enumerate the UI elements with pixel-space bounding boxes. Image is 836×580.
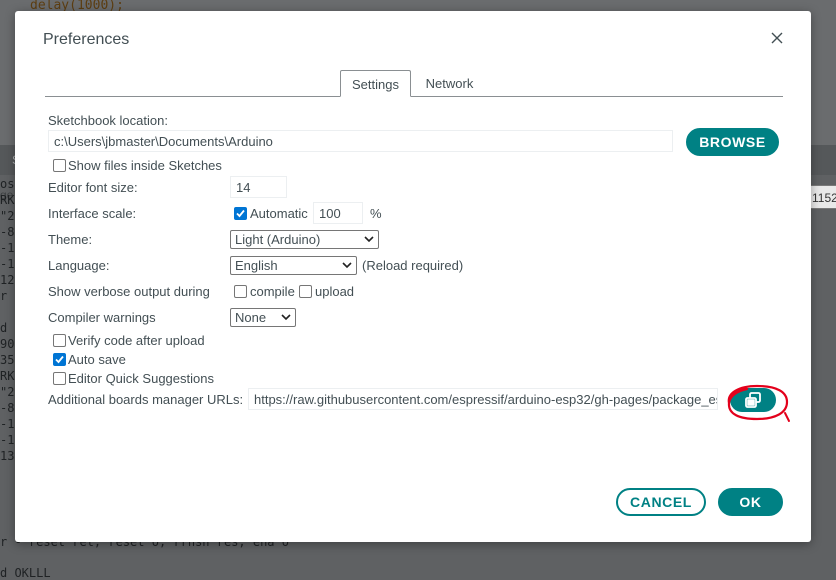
verbose-upload-checkbox[interactable] (299, 285, 312, 298)
compiler-warnings-label: Compiler warnings (48, 310, 156, 325)
show-files-label: Show files inside Sketches (68, 158, 222, 173)
ok-button[interactable]: OK (718, 488, 783, 516)
scale-unit: % (370, 206, 382, 221)
verify-after-upload-label: Verify code after upload (68, 333, 205, 348)
tab-network[interactable]: Network (418, 70, 481, 97)
compiler-warnings-select[interactable]: None (230, 308, 296, 327)
check-icon (55, 355, 64, 364)
boards-url-input[interactable]: https://raw.githubusercontent.com/espres… (248, 388, 718, 410)
browse-button[interactable]: BROWSE (686, 128, 779, 156)
verify-after-upload-checkbox[interactable] (53, 334, 66, 347)
compiler-warnings-value: None (235, 310, 267, 325)
verbose-output-label: Show verbose output during (48, 284, 210, 299)
tabs-divider (45, 96, 783, 97)
verbose-compile-checkbox[interactable] (234, 285, 247, 298)
auto-save-label: Auto save (68, 352, 126, 367)
quick-suggestions-checkbox[interactable] (53, 372, 66, 385)
automatic-scale-label: Automatic (250, 206, 308, 221)
chevron-down-icon (364, 236, 374, 243)
sketchbook-location-label: Sketchbook location: (48, 113, 168, 128)
theme-select[interactable]: Light (Arduino) (230, 230, 379, 249)
interface-scale-label: Interface scale: (48, 206, 137, 221)
show-files-checkbox[interactable] (53, 159, 66, 172)
quick-suggestions-label: Editor Quick Suggestions (68, 371, 214, 386)
language-label: Language: (48, 258, 110, 273)
reload-required-note: (Reload required) (362, 258, 464, 273)
close-icon (771, 32, 783, 44)
editor-font-size-input[interactable]: 14 (230, 176, 287, 198)
close-button[interactable] (767, 28, 787, 48)
auto-save-checkbox[interactable] (53, 353, 66, 366)
cancel-button[interactable]: CANCEL (616, 488, 706, 516)
open-window-icon (745, 392, 761, 408)
preferences-dialog: Preferences Settings Network Sketchbook … (15, 11, 811, 542)
chevron-down-icon (281, 314, 291, 321)
open-urls-editor-button[interactable] (730, 388, 776, 412)
dialog-title: Preferences (43, 31, 130, 48)
verbose-compile-label: compile (250, 284, 295, 299)
theme-label: Theme: (48, 232, 93, 247)
theme-value: Light (Arduino) (235, 232, 321, 247)
check-icon (236, 209, 245, 218)
language-value: English (235, 258, 278, 273)
automatic-scale-checkbox[interactable] (234, 207, 247, 220)
boards-url-label: Additional boards manager URLs: (48, 392, 244, 407)
serial-output-line: d OKLLL (0, 566, 51, 580)
baud-rate-select: 1152 (808, 185, 836, 209)
chevron-down-icon (342, 262, 352, 269)
tab-settings[interactable]: Settings (340, 70, 411, 97)
verbose-upload-label: upload (315, 284, 355, 299)
language-select[interactable]: English (230, 256, 357, 275)
interface-scale-input[interactable]: 100 (313, 202, 363, 224)
editor-font-size-label: Editor font size: (48, 180, 138, 195)
sketchbook-location-input[interactable]: c:\Users\jbmaster\Documents\Arduino (48, 130, 673, 152)
